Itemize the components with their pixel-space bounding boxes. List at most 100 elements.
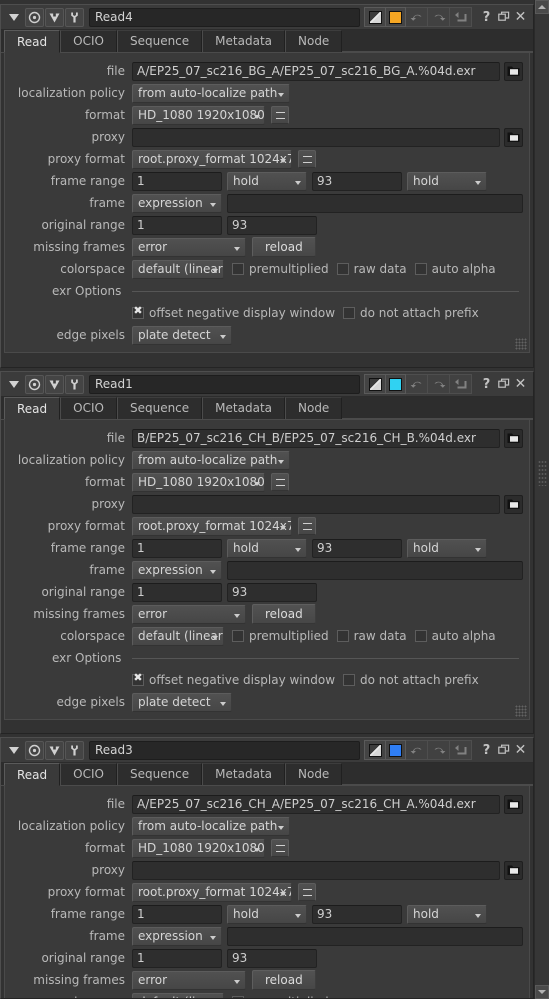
node-name-field[interactable]: Read1	[89, 374, 361, 394]
undo-icon[interactable]	[406, 7, 429, 27]
frame-mode-dropdown[interactable]: expression	[132, 560, 222, 580]
localization-policy-dropdown[interactable]: from auto-localize path	[132, 450, 290, 470]
frame-range-after-dropdown[interactable]: hold	[407, 171, 487, 191]
frame-expression-input[interactable]	[227, 193, 524, 213]
redo-icon[interactable]	[428, 374, 451, 394]
tab-sequence[interactable]: Sequence	[116, 397, 203, 419]
file-browse-folder-icon[interactable]	[504, 61, 524, 81]
reload-button[interactable]: reload	[252, 604, 316, 624]
proxy-format-dropdown[interactable]: root.proxy_format 1024x778	[132, 516, 292, 536]
reload-button[interactable]: reload	[252, 970, 316, 990]
node-preview-icon[interactable]	[25, 7, 44, 27]
frame-mode-dropdown[interactable]: expression	[132, 926, 222, 946]
file-browse-folder-icon[interactable]	[504, 428, 524, 448]
tab-node[interactable]: Node	[285, 397, 343, 419]
node-name-field[interactable]: Read3	[89, 740, 361, 760]
proxy-browse-folder-icon[interactable]	[504, 860, 524, 880]
frame-range-after-dropdown[interactable]: hold	[407, 538, 487, 558]
frame-mode-dropdown[interactable]: expression	[132, 193, 222, 213]
float-panel-icon[interactable]	[495, 740, 512, 760]
float-panel-icon[interactable]	[495, 7, 512, 27]
frame-range-end-input[interactable]: 93	[312, 538, 402, 558]
auto-alpha-checkbox[interactable]	[414, 630, 427, 642]
frame-range-before-dropdown[interactable]: hold	[227, 904, 307, 924]
format-dropdown[interactable]: HD_1080 1920x1080	[132, 105, 265, 125]
collapse-arrow-icon[interactable]	[5, 9, 22, 26]
node-name-field[interactable]: Read4	[89, 7, 361, 27]
format-dropdown[interactable]: HD_1080 1920x1080	[132, 472, 265, 492]
wrench-icon[interactable]	[65, 7, 84, 27]
close-icon[interactable]: ✕	[512, 374, 529, 394]
scrollbar-track[interactable]	[535, 14, 549, 985]
revert-icon[interactable]	[450, 740, 473, 760]
scroll-up-arrow[interactable]	[535, 0, 549, 14]
offset-negative-display-window-checkbox[interactable]	[132, 305, 144, 319]
colorspace-dropdown[interactable]: default (linear)	[132, 259, 224, 279]
revert-icon[interactable]	[450, 374, 473, 394]
help-icon[interactable]: ?	[478, 374, 495, 394]
wrench-icon[interactable]	[65, 374, 84, 394]
premultiplied-checkbox[interactable]	[232, 630, 244, 642]
tab-node[interactable]: Node	[285, 30, 343, 52]
revert-icon[interactable]	[450, 7, 473, 27]
proxy-format-equals-button[interactable]	[298, 883, 316, 901]
proxy-format-dropdown[interactable]: root.proxy_format 1024x778	[132, 882, 292, 902]
premultiplied-checkbox[interactable]	[232, 263, 244, 275]
float-panel-icon[interactable]	[495, 374, 512, 394]
offset-negative-display-window-checkbox[interactable]	[132, 672, 144, 686]
redo-icon[interactable]	[428, 740, 451, 760]
properties-scrollbar[interactable]	[534, 0, 549, 999]
format-dropdown[interactable]: HD_1080 1920x1080	[132, 838, 265, 858]
node-preview-icon[interactable]	[25, 374, 44, 394]
node-preview-icon[interactable]	[25, 740, 44, 760]
colorspace-dropdown[interactable]: default (linear)	[132, 626, 224, 646]
wrench-icon[interactable]	[65, 740, 84, 760]
scroll-down-arrow[interactable]	[535, 985, 549, 999]
original-range-start-input[interactable]: 1	[132, 948, 222, 968]
node-disable-toggle[interactable]	[364, 374, 386, 394]
tab-read[interactable]: Read	[4, 397, 61, 420]
colorspace-dropdown[interactable]: default (linear)	[132, 992, 224, 998]
help-icon[interactable]: ?	[478, 740, 495, 760]
edge-pixels-dropdown[interactable]: plate detect	[132, 692, 232, 712]
node-color-swatch-button[interactable]	[385, 7, 407, 27]
collapse-arrow-icon[interactable]	[5, 376, 22, 393]
proxy-input[interactable]	[132, 494, 501, 514]
mask-icon[interactable]	[45, 740, 64, 760]
proxy-format-equals-button[interactable]	[298, 517, 316, 535]
missing-frames-dropdown[interactable]: error	[132, 604, 246, 624]
frame-range-end-input[interactable]: 93	[312, 171, 402, 191]
original-range-start-input[interactable]: 1	[132, 215, 222, 235]
original-range-end-input[interactable]: 93	[227, 582, 317, 602]
raw-data-checkbox[interactable]	[336, 263, 349, 275]
file-input[interactable]: A/EP25_07_sc216_BG_A/EP25_07_sc216_BG_A.…	[132, 61, 501, 81]
mask-icon[interactable]	[45, 374, 64, 394]
proxy-browse-folder-icon[interactable]	[504, 127, 524, 147]
frame-expression-input[interactable]	[227, 926, 524, 946]
tab-metadata[interactable]: Metadata	[202, 30, 285, 52]
node-color-swatch-button[interactable]	[385, 740, 407, 760]
tab-sequence[interactable]: Sequence	[116, 763, 203, 785]
format-equals-button[interactable]	[271, 473, 289, 491]
tab-read[interactable]: Read	[4, 30, 61, 53]
original-range-end-input[interactable]: 93	[227, 215, 317, 235]
edge-pixels-dropdown[interactable]: plate detect	[132, 325, 232, 345]
mask-icon[interactable]	[45, 7, 64, 27]
reload-button[interactable]: reload	[252, 237, 316, 257]
missing-frames-dropdown[interactable]: error	[132, 237, 246, 257]
do-not-attach-prefix-checkbox[interactable]	[343, 674, 356, 686]
frame-range-start-input[interactable]: 1	[132, 904, 222, 924]
original-range-end-input[interactable]: 93	[227, 948, 317, 968]
proxy-input[interactable]	[132, 127, 501, 147]
redo-icon[interactable]	[428, 7, 451, 27]
frame-range-after-dropdown[interactable]: hold	[407, 904, 487, 924]
format-equals-button[interactable]	[271, 106, 289, 124]
proxy-input[interactable]	[132, 860, 501, 880]
proxy-format-equals-button[interactable]	[298, 150, 316, 168]
tab-sequence[interactable]: Sequence	[116, 30, 203, 52]
do-not-attach-prefix-checkbox[interactable]	[343, 307, 356, 319]
proxy-browse-folder-icon[interactable]	[504, 494, 524, 514]
node-disable-toggle[interactable]	[364, 7, 386, 27]
collapse-arrow-icon[interactable]	[5, 742, 22, 759]
tab-ocio[interactable]: OCIO	[60, 397, 117, 419]
